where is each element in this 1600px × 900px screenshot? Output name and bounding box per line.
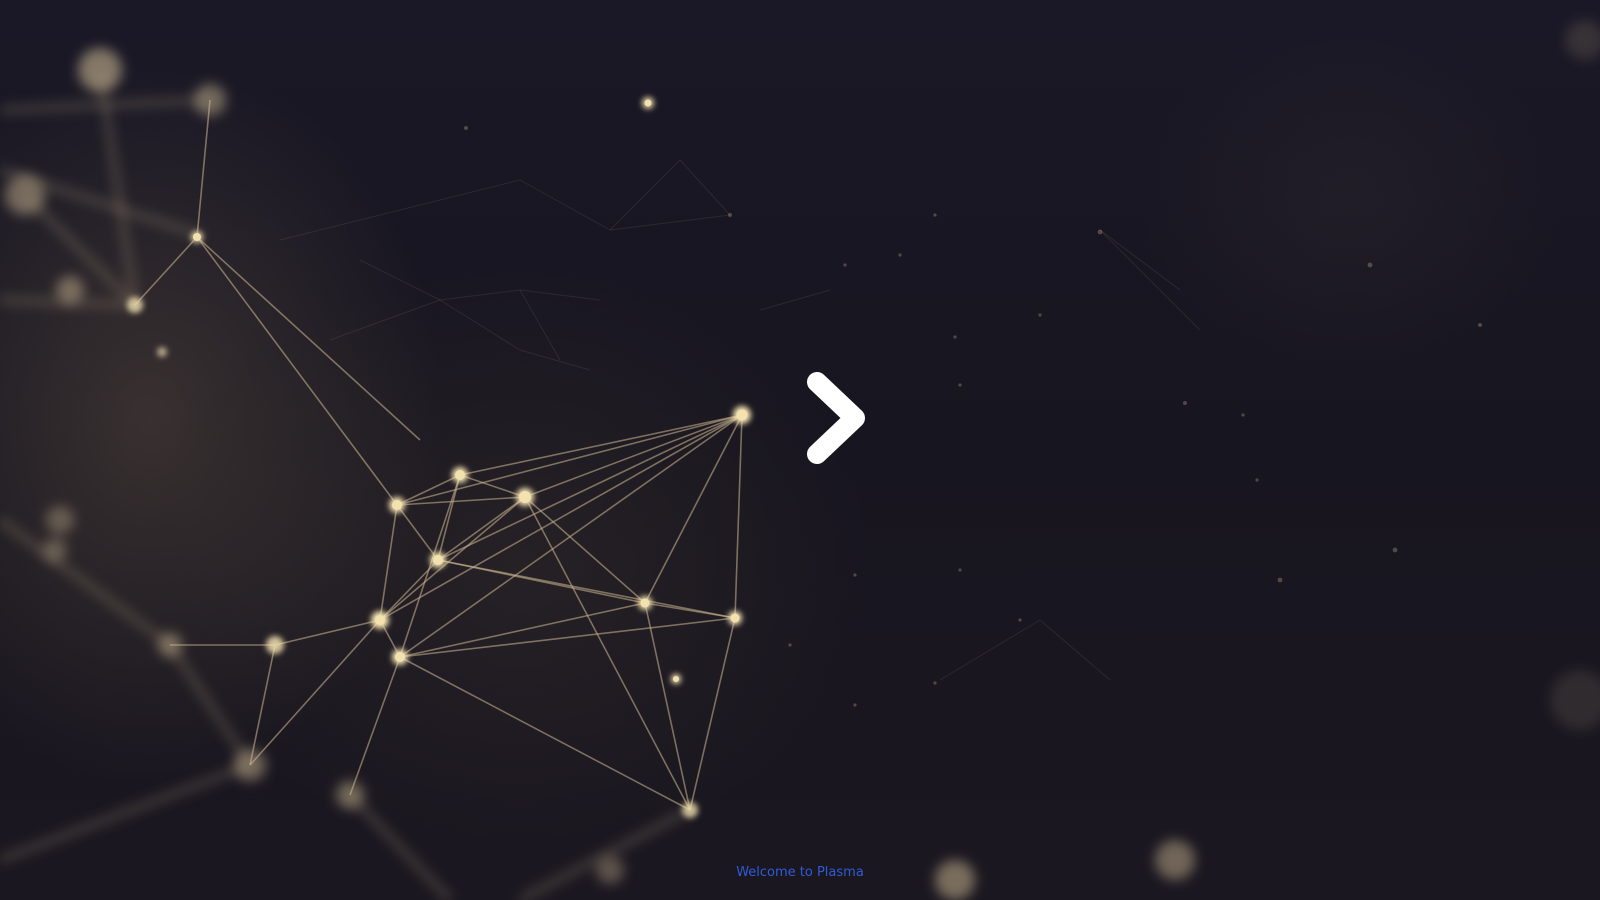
dust-particles (464, 126, 1482, 707)
splash-screen: Welcome to Plasma (0, 0, 1600, 900)
chevron-right-icon (807, 372, 865, 464)
blurred-strands (0, 69, 692, 900)
network-lines (134, 99, 743, 811)
welcome-message: Welcome to Plasma (736, 865, 864, 880)
network-nodes (127, 97, 751, 818)
plexus-network-wallpaper (0, 20, 1600, 900)
